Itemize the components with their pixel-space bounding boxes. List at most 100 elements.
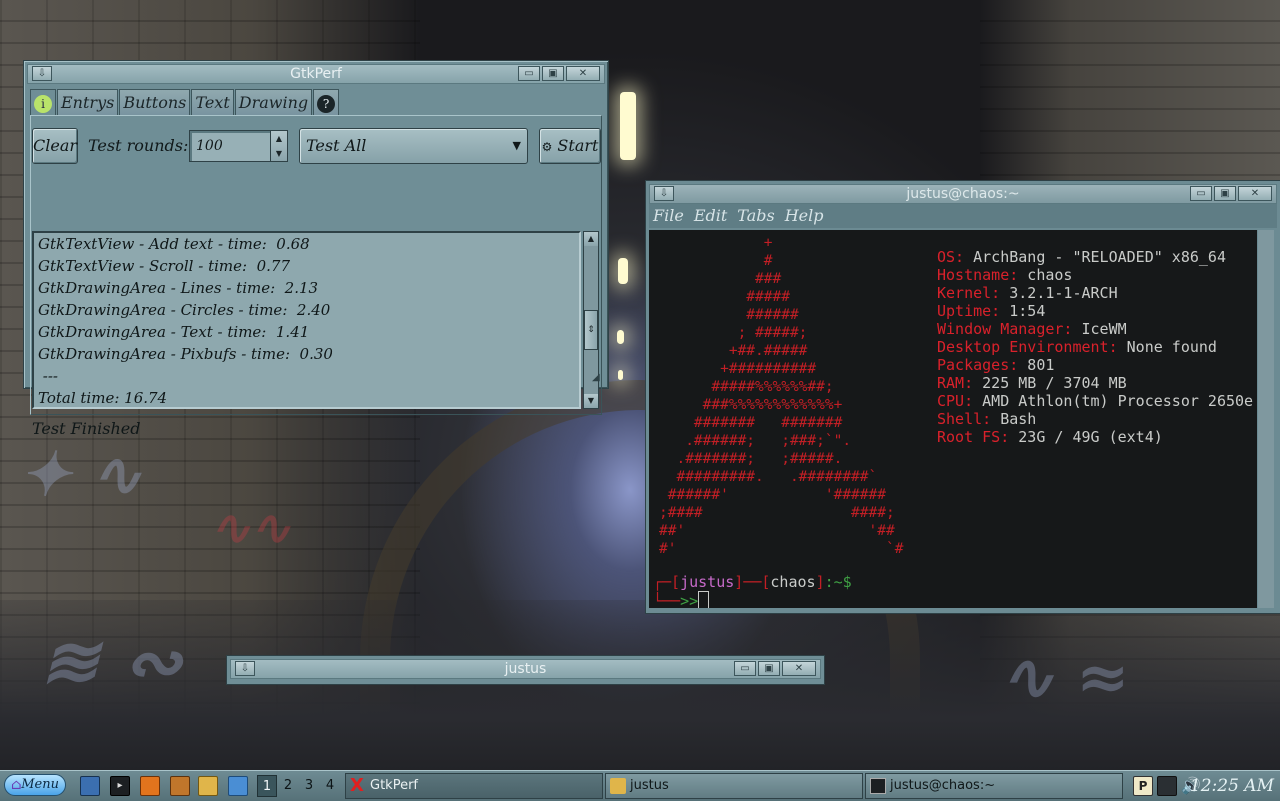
cpu-monitor-icon[interactable] — [1157, 776, 1177, 796]
info-key: Uptime: — [937, 302, 1001, 320]
logo-line: ####### ####### — [659, 415, 843, 431]
info-row: OS: ArchBang - "RELOADED" x86_64 — [937, 248, 1253, 266]
terminal-scrollbar[interactable] — [1258, 230, 1274, 608]
tab-info[interactable]: i — [30, 89, 56, 115]
lamp — [618, 370, 623, 380]
info-key: CPU: — [937, 392, 974, 410]
scrollbar-thumb[interactable]: ⇕ — [584, 310, 598, 350]
info-row: Desktop Environment: None found — [937, 338, 1253, 356]
logo-line: ######' '###### — [659, 487, 886, 503]
gtkperf-icon: X — [350, 775, 364, 796]
workspace-2[interactable]: 2 — [278, 775, 298, 797]
info-row: Window Manager: IceWM — [937, 320, 1253, 338]
logo-line: #' `# — [659, 541, 904, 557]
dropdown-arrow-icon: ▼ — [512, 139, 521, 152]
result-line: GtkDrawingArea - Text - time: 1.41 — [38, 323, 310, 341]
task-gtkperf[interactable]: X GtkPerf — [345, 773, 603, 799]
workspace-1[interactable]: 1 — [257, 775, 277, 797]
results-textview[interactable]: GtkTextView - Add text - time: 0.68 GtkT… — [32, 231, 581, 409]
test-rounds-input[interactable]: 100 — [189, 130, 271, 162]
terminal-icon[interactable]: ▸ — [110, 776, 130, 796]
info-key: Window Manager: — [937, 320, 1073, 338]
test-select[interactable]: Test All ▼ — [299, 128, 528, 164]
test-rounds-stepper[interactable]: ▲ ▼ — [270, 130, 288, 162]
tab-entrys[interactable]: Entrys — [57, 89, 119, 115]
resize-grip-icon[interactable]: ◢ — [592, 372, 604, 384]
logo-line: .#######; ;#####. — [659, 451, 843, 467]
apps-icon[interactable] — [170, 776, 190, 796]
tab-text[interactable]: Text — [191, 89, 234, 115]
parcellite-icon[interactable]: P — [1133, 776, 1153, 796]
workspace-3[interactable]: 3 — [299, 775, 319, 797]
window-menu-button[interactable]: ⇩ — [654, 186, 674, 201]
scroll-up-icon[interactable]: ▲ — [584, 232, 598, 246]
tab-drawing[interactable]: Drawing — [234, 89, 313, 115]
folder-icon[interactable] — [198, 776, 218, 796]
status-text: Test Finished — [32, 419, 141, 438]
network-icon[interactable] — [228, 776, 248, 796]
minimize-button[interactable]: ▭ — [518, 66, 540, 81]
test-rounds-label: Test rounds: — [88, 136, 189, 155]
info-row: Shell: Bash — [937, 410, 1253, 428]
justus-titlebar[interactable]: ⇩ justus ▭ ▣ ✕ — [230, 659, 821, 679]
terminal-screen[interactable]: + # ### ##### ###### ; #####; +##.##### … — [649, 230, 1257, 608]
info-row: Kernel: 3.2.1-1-ARCH — [937, 284, 1253, 302]
info-row: Packages: 801 — [937, 356, 1253, 374]
graffiti: ∿ ≈ — [1000, 640, 1130, 715]
desktop-icon[interactable] — [80, 776, 100, 796]
menu-tabs[interactable]: Tabs — [737, 204, 774, 228]
info-value: IceWM — [1072, 320, 1127, 338]
info-key: Packages: — [937, 356, 1019, 374]
info-value: Bash — [991, 410, 1037, 428]
logo-line: ### — [659, 271, 782, 287]
menu-edit[interactable]: Edit — [694, 204, 727, 228]
logo-line: .######; ;###;`". — [659, 433, 852, 449]
minimize-button[interactable]: ▭ — [1190, 186, 1212, 201]
clock[interactable]: 12:25 AM — [1190, 773, 1274, 799]
close-button[interactable]: ✕ — [566, 66, 600, 81]
justus-window: ⇩ justus ▭ ▣ ✕ — [226, 655, 825, 685]
info-row: Hostname: chaos — [937, 266, 1253, 284]
close-button[interactable]: ✕ — [782, 661, 816, 676]
maximize-button[interactable]: ▣ — [1214, 186, 1236, 201]
firefox-icon[interactable] — [140, 776, 160, 796]
graffiti: ✦ ∿ — [20, 440, 142, 510]
result-line: Total time: 16.74 — [38, 389, 168, 407]
close-button[interactable]: ✕ — [1238, 186, 1272, 201]
graffiti: ∿∿ — [210, 500, 291, 556]
tab-help[interactable]: ? — [313, 89, 340, 115]
logo-line: ##' '## — [659, 523, 895, 539]
window-menu-button[interactable]: ⇩ — [235, 661, 255, 676]
start-label: Start — [557, 136, 599, 155]
menu-file[interactable]: File — [653, 204, 684, 228]
menu-help[interactable]: Help — [785, 204, 824, 228]
info-value: 225 MB / 3704 MB — [973, 374, 1127, 392]
logo-line: # — [659, 253, 773, 269]
gear-icon: ⚙ — [541, 140, 553, 154]
info-key: Kernel: — [937, 284, 1001, 302]
info-value: 1:54 — [1000, 302, 1046, 320]
minimize-button[interactable]: ▭ — [734, 661, 756, 676]
logo-line: ##### — [659, 289, 790, 305]
task-justus[interactable]: justus — [605, 773, 863, 799]
info-key: Hostname: — [937, 266, 1019, 284]
gtkperf-titlebar[interactable]: ⇩ GtkPerf ▭ ▣ ✕ — [27, 64, 605, 84]
logo-line: ###%%%%%%%%%%%%+ — [659, 397, 843, 413]
info-icon: i — [34, 95, 52, 113]
result-line: GtkTextView - Scroll - time: 0.77 — [38, 257, 290, 275]
result-line: GtkDrawingArea - Circles - time: 2.40 — [38, 301, 331, 319]
start-button[interactable]: ⚙ Start — [539, 128, 601, 164]
tab-buttons[interactable]: Buttons — [119, 89, 191, 115]
window-menu-button[interactable]: ⇩ — [32, 66, 52, 81]
workspace-4[interactable]: 4 — [320, 775, 340, 797]
info-value: chaos — [1018, 266, 1073, 284]
window-title: GtkPerf — [290, 66, 342, 82]
start-menu-button[interactable]: ⌂ Menu — [4, 774, 66, 796]
clear-button[interactable]: Clear — [32, 128, 78, 164]
lamp — [620, 92, 636, 160]
maximize-button[interactable]: ▣ — [758, 661, 780, 676]
scroll-down-icon[interactable]: ▼ — [584, 394, 598, 408]
terminal-titlebar[interactable]: ⇩ justus@chaos:~ ▭ ▣ ✕ — [649, 184, 1277, 204]
maximize-button[interactable]: ▣ — [542, 66, 564, 81]
task-terminal[interactable]: justus@chaos:~ — [865, 773, 1123, 799]
